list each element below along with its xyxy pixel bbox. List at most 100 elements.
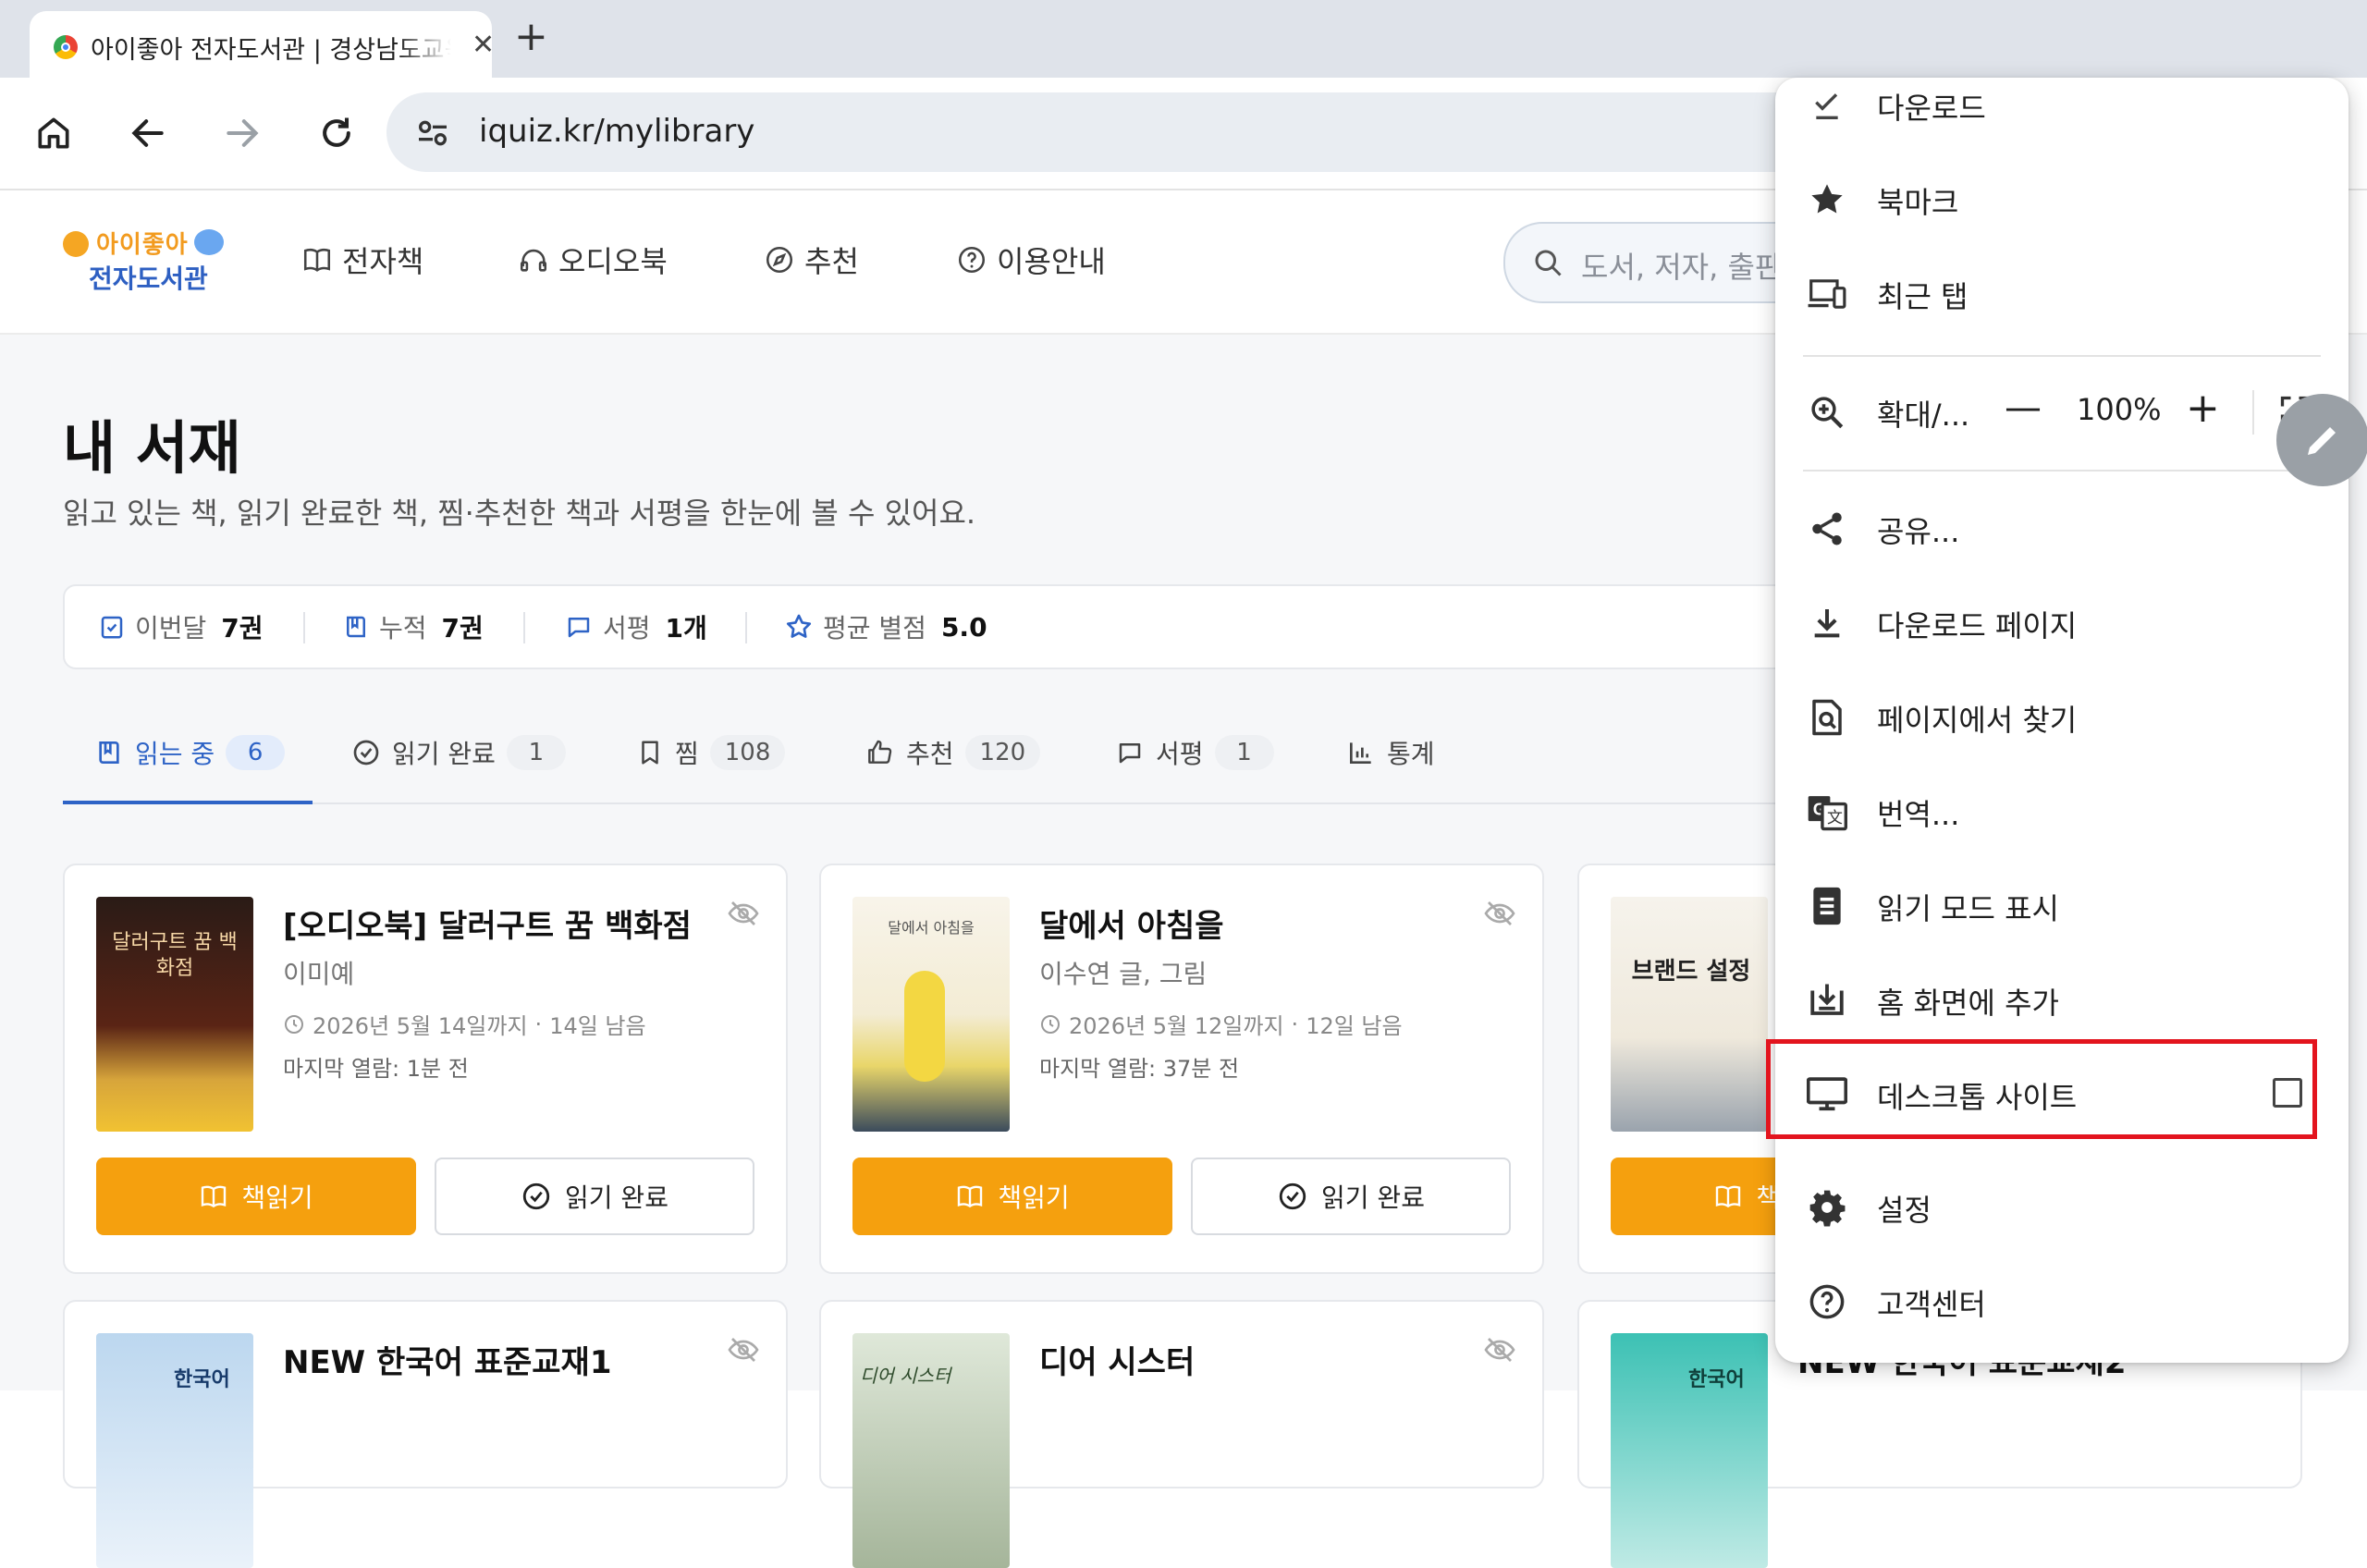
tab-wishlist[interactable]: 찜 108 xyxy=(636,734,786,771)
stat-label: 평균 별점 xyxy=(823,613,926,643)
mark-done-button[interactable]: 읽기 완료 xyxy=(1191,1158,1511,1235)
book-cover[interactable]: 한국어 xyxy=(1611,1333,1768,1568)
zoom-in-icon xyxy=(1807,392,1847,433)
book-cover[interactable]: 한국어 xyxy=(96,1333,253,1568)
tab-read-done[interactable]: 읽기 완료 1 xyxy=(351,734,566,771)
download-icon xyxy=(1807,603,1847,643)
tab-label: 통계 xyxy=(1387,739,1435,769)
menu-item-label: 데스크톱 사이트 xyxy=(1877,1080,2078,1115)
desktop-icon xyxy=(1807,1074,1847,1115)
nav-audiobook[interactable]: 오디오북 xyxy=(518,239,668,281)
last-opened: 마지막 열람: 37분 전 xyxy=(1039,1056,1240,1082)
menu-item-share[interactable]: 공유... xyxy=(1775,486,2349,570)
book-title[interactable]: 달에서 아침을 xyxy=(1039,900,1224,946)
book-card[interactable]: 한국어 NEW 한국어 표준교재1 xyxy=(63,1300,788,1568)
menu-item-add-to-home[interactable]: 홈 화면에 추가 xyxy=(1775,958,2349,1041)
menu-item-downloads[interactable]: 다운로드 xyxy=(1775,63,2349,146)
book-card[interactable]: 디어 시스터 디어 시스터 xyxy=(819,1300,1544,1568)
read-book-button[interactable]: 책읽기 xyxy=(852,1158,1172,1235)
stat-reviews: 서평 1개 xyxy=(564,608,707,645)
menu-item-label: 번역... xyxy=(1877,797,1960,832)
book-cover[interactable]: 달에서 아침을 xyxy=(852,897,1010,1132)
menu-separator xyxy=(1803,355,2321,357)
menu-item-find-in-page[interactable]: 페이지에서 찾기 xyxy=(1775,675,2349,758)
menu-item-zoom: 확대/... — 100% + xyxy=(1775,370,2349,453)
menu-item-label: 북마크 xyxy=(1877,185,1959,220)
clock-icon xyxy=(1041,1014,1060,1034)
headphones-icon xyxy=(520,249,547,272)
browser-tab-active[interactable]: 아이좋아 전자도서관 | 경상남도교육청 ✕ xyxy=(30,11,495,78)
read-book-button[interactable]: 책읽기 xyxy=(96,1158,416,1235)
book-card[interactable]: 달러구트 꿈 백화점 [오디오북] 달러구트 꿈 백화점 이미예 2026년 5… xyxy=(63,864,788,1274)
desktop-site-checkbox[interactable] xyxy=(2273,1078,2302,1108)
tab-reviews[interactable]: 서평 1 xyxy=(1115,734,1274,771)
menu-item-settings[interactable]: 설정 xyxy=(1775,1165,2349,1248)
reload-icon[interactable] xyxy=(309,105,364,161)
nav-recommend[interactable]: 추천 xyxy=(764,239,859,281)
tab-recommend[interactable]: 추천 120 xyxy=(864,734,1041,771)
mark-done-button[interactable]: 읽기 완료 xyxy=(435,1158,754,1235)
tab-count-badge: 108 xyxy=(709,735,786,770)
due-date: 2026년 5월 12일까지 xyxy=(1069,1013,1284,1039)
back-arrow-icon[interactable] xyxy=(120,105,176,161)
compass-icon xyxy=(766,246,793,274)
menu-item-label: 홈 화면에 추가 xyxy=(1877,986,2059,1021)
book-card[interactable]: 달에서 아침을 달에서 아침을 이수연 글, 그림 2026년 5월 12일까지… xyxy=(819,864,1544,1274)
days-remaining: 14일 남음 xyxy=(549,1013,646,1039)
svg-text:文: 文 xyxy=(1827,808,1843,827)
edit-pencil-icon[interactable] xyxy=(2276,394,2367,486)
site-settings-icon[interactable] xyxy=(414,115,451,152)
tab-reading[interactable]: 읽는 중 6 xyxy=(94,734,286,771)
bookmark-icon xyxy=(642,741,658,765)
url-text: iquiz.kr/mylibrary xyxy=(479,113,755,150)
check-circle-icon xyxy=(522,1182,550,1210)
menu-separator xyxy=(1803,470,2321,472)
site-logo[interactable]: 아이좋아 전자도서관 xyxy=(63,224,229,298)
book-title[interactable]: NEW 한국어 표준교재1 xyxy=(283,1337,611,1382)
nav-guide-label: 이용안내 xyxy=(997,244,1106,279)
menu-item-desktop-site[interactable]: 데스크톱 사이트 xyxy=(1766,1039,2349,1139)
eye-off-icon[interactable] xyxy=(1483,897,1516,930)
nav-ebook[interactable]: 전자책 xyxy=(301,239,423,281)
nav-ebook-label: 전자책 xyxy=(342,244,424,279)
menu-item-translate[interactable]: G文 번역... xyxy=(1775,769,2349,852)
help-icon xyxy=(1807,1281,1847,1322)
book-open-icon xyxy=(303,248,331,272)
translate-icon: G文 xyxy=(1807,791,1847,832)
book-cover[interactable]: 디어 시스터 xyxy=(852,1333,1010,1568)
new-tab-plus-icon[interactable]: + xyxy=(514,13,548,61)
logo-bubble-blue xyxy=(194,229,224,255)
tab-label: 찜 xyxy=(675,739,699,769)
book-title[interactable]: [오디오북] 달러구트 꿈 백화점 xyxy=(283,900,692,946)
zoom-in-plus-icon[interactable]: + xyxy=(2186,385,2220,432)
menu-item-help[interactable]: 고객센터 xyxy=(1775,1259,2349,1342)
days-remaining: 12일 남음 xyxy=(1306,1013,1403,1039)
thumbs-up-icon xyxy=(868,740,892,764)
browser-menu: 다운로드 북마크 최근 탭 확대/... — 100% + 공유... 다운로드… xyxy=(1766,78,2349,1363)
tab-count-badge: 6 xyxy=(226,735,286,770)
chrome-favicon-icon xyxy=(54,35,78,59)
download-done-icon xyxy=(1807,85,1847,126)
share-icon xyxy=(1807,508,1847,549)
stat-value: 5.0 xyxy=(940,611,987,643)
forward-arrow-icon[interactable] xyxy=(215,105,270,161)
book-cover[interactable]: 브랜드 설정 xyxy=(1611,897,1768,1132)
menu-item-reader-mode[interactable]: 읽기 모드 표시 xyxy=(1775,864,2349,947)
find-in-page-icon xyxy=(1807,697,1847,738)
tab-statistics[interactable]: 통계 xyxy=(1346,734,1435,771)
nav-recommend-label: 추천 xyxy=(804,244,859,279)
menu-item-recent-tabs[interactable]: 최근 탭 xyxy=(1775,251,2349,335)
menu-item-bookmarks[interactable]: 북마크 xyxy=(1775,157,2349,240)
menu-item-download-page[interactable]: 다운로드 페이지 xyxy=(1775,581,2349,664)
zoom-out-minus-icon[interactable]: — xyxy=(2005,386,2042,429)
book-title[interactable]: 디어 시스터 xyxy=(1039,1337,1195,1382)
tab-close-icon[interactable]: ✕ xyxy=(472,31,495,59)
book-cover[interactable]: 달러구트 꿈 백화점 xyxy=(96,897,253,1132)
eye-off-icon[interactable] xyxy=(727,897,760,930)
eye-off-icon[interactable] xyxy=(1483,1333,1516,1366)
home-icon[interactable] xyxy=(26,105,81,161)
eye-off-icon[interactable] xyxy=(727,1333,760,1366)
read-button-label: 책읽기 xyxy=(998,1182,1070,1213)
book-author: 이미예 xyxy=(283,959,355,989)
nav-guide[interactable]: 이용안내 xyxy=(956,239,1106,281)
